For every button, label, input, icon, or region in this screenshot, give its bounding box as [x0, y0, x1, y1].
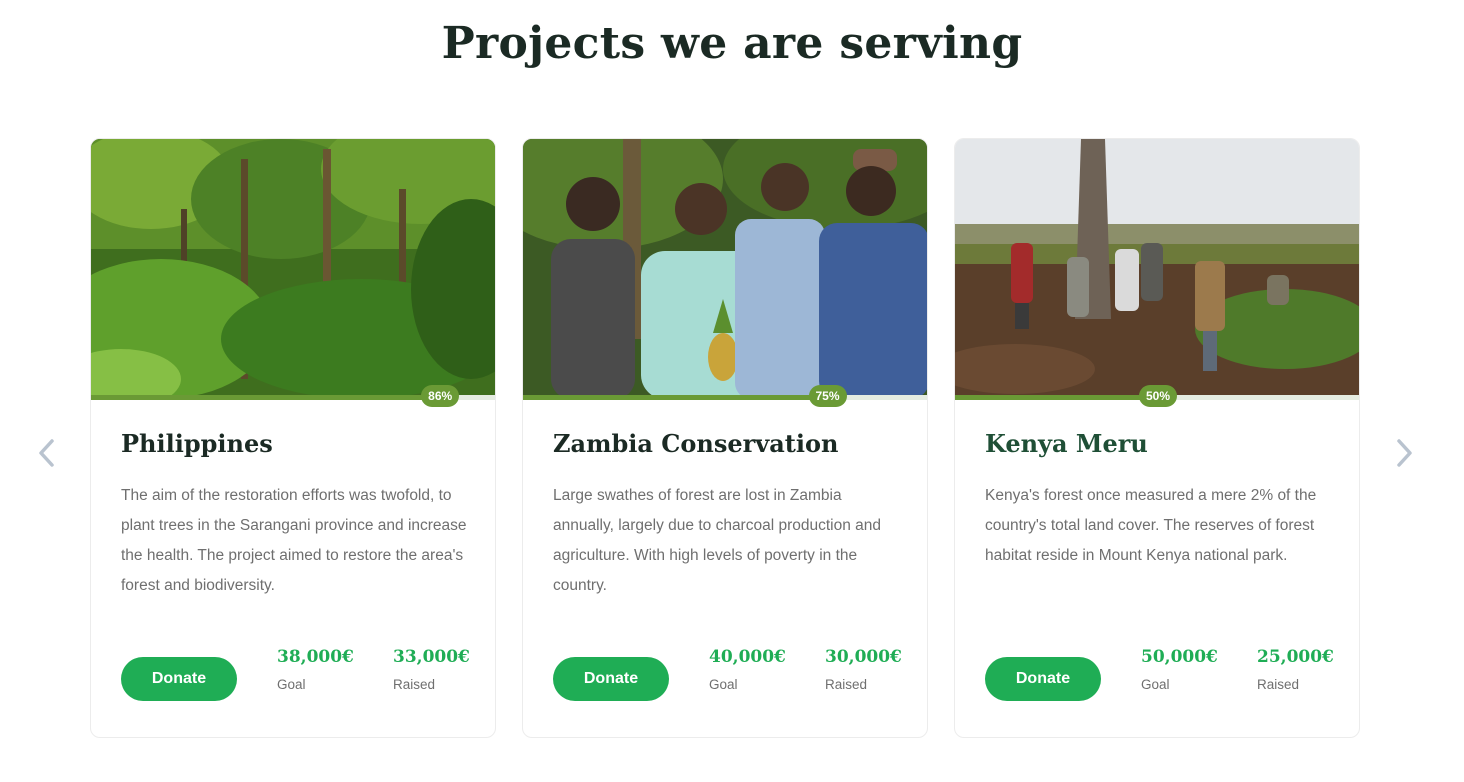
raised-label: Raised	[825, 677, 868, 692]
raised-label: Raised	[393, 677, 436, 692]
raised-amount: 25,000€	[1257, 647, 1334, 667]
progress-badge: 75%	[808, 385, 847, 407]
carousel-next-button[interactable]	[1387, 436, 1421, 470]
raised-stat: 33,000€ Raised	[393, 647, 470, 692]
raised-stat: 30,000€ Raised	[825, 647, 902, 692]
project-image-philippines	[91, 139, 495, 399]
raised-label: Raised	[1257, 677, 1300, 692]
donate-button[interactable]: Donate	[121, 657, 237, 701]
goal-label: Goal	[1141, 677, 1170, 692]
project-image-kenya	[955, 139, 1359, 399]
progress-badge: 50%	[1138, 385, 1178, 407]
donate-button[interactable]: Donate	[985, 657, 1101, 701]
raised-amount: 30,000€	[825, 647, 902, 667]
goal-stat: 50,000€ Goal	[1141, 647, 1218, 692]
chevron-right-icon	[1397, 439, 1412, 467]
raised-stat: 25,000€ Raised	[1257, 647, 1334, 692]
goal-stat: 40,000€ Goal	[709, 647, 786, 692]
goal-amount: 38,000€	[277, 647, 354, 667]
goal-amount: 50,000€	[1141, 647, 1218, 667]
progress-fill	[91, 395, 441, 400]
section-title: Projects we are serving	[441, 18, 1023, 69]
project-description: Large swathes of forest are lost in Zamb…	[553, 487, 882, 594]
progress-bar	[523, 395, 927, 400]
project-card-philippines: 86% Philippines The aim of the restorati…	[90, 138, 496, 738]
progress-fill	[955, 395, 1158, 400]
raised-amount: 33,000€	[393, 647, 470, 667]
chevron-left-icon	[39, 439, 54, 467]
goal-stat: 38,000€ Goal	[277, 647, 354, 692]
carousel-prev-button[interactable]	[30, 436, 64, 470]
project-title: Zambia Conservation	[553, 429, 839, 458]
project-title: Philippines	[121, 429, 273, 458]
project-card-zambia: 75% Zambia Conservation Large swathes of…	[522, 138, 928, 738]
project-image-zambia	[523, 139, 927, 399]
goal-amount: 40,000€	[709, 647, 786, 667]
project-card-kenya: 50% Kenya Meru Kenya's forest once measu…	[954, 138, 1360, 738]
project-description: Kenya's forest once measured a mere 2% o…	[985, 487, 1317, 564]
progress-badge: 86%	[421, 385, 460, 407]
progress-fill	[523, 395, 828, 400]
project-description: The aim of the restoration efforts was t…	[121, 487, 467, 594]
goal-label: Goal	[277, 677, 306, 692]
donate-button[interactable]: Donate	[553, 657, 669, 701]
goal-label: Goal	[709, 677, 738, 692]
project-title: Kenya Meru	[985, 429, 1148, 458]
